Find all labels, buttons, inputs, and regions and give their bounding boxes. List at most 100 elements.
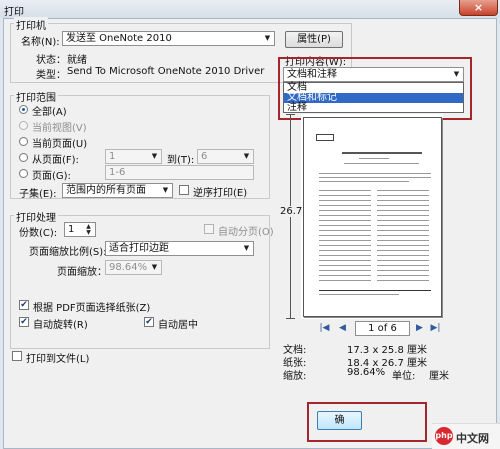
page-body-line	[377, 255, 429, 256]
page-number-input[interactable]: 1 of 6	[355, 321, 410, 336]
radio-all[interactable]	[19, 105, 28, 114]
to-page-input[interactable]: 6 ▼	[197, 149, 254, 164]
auto-rotate-checkbox[interactable]: ✔	[19, 317, 29, 327]
page-body-line	[319, 190, 371, 191]
page-body-line	[377, 235, 429, 236]
page-footnote-rule	[319, 290, 431, 291]
ruler-top-tick	[286, 114, 295, 115]
page-body-line	[377, 225, 429, 226]
page-body-line	[319, 260, 371, 261]
watermark-text: 中文网	[456, 432, 489, 445]
unit-label: 单位:	[392, 371, 416, 382]
spin-arrows-icon: ▲ ▼	[86, 223, 91, 236]
reverse-pages-checkbox[interactable]	[179, 185, 189, 195]
page-scaling-select[interactable]: 适合打印边距 ▼	[105, 241, 254, 256]
page-indicator: 1 of 6	[368, 323, 397, 334]
zoom-label: 页面缩放：	[57, 267, 107, 278]
page-abstract-line	[319, 181, 409, 182]
page-body-line	[377, 230, 429, 231]
print-to-file-checkbox[interactable]	[12, 351, 22, 361]
page-body-line	[319, 275, 371, 276]
height-label: 26.7	[280, 206, 303, 217]
page-header-box	[316, 134, 334, 141]
pages-value: 1-6	[109, 167, 126, 178]
copies-value: 1	[68, 224, 75, 235]
zoom-input[interactable]: 98.64% ▼	[105, 260, 162, 275]
page-body-line	[319, 255, 371, 256]
properties-button[interactable]: 属性(P)	[285, 31, 343, 48]
page-body-line	[377, 265, 429, 266]
last-page-button[interactable]: ▶|	[430, 322, 441, 335]
auto-rotate-label: 自动旋转(R)	[33, 320, 88, 331]
page-scaling-label: 页面缩放比例(S):	[29, 247, 107, 258]
page-body-line	[377, 280, 429, 281]
page-body-line	[377, 215, 429, 216]
auto-center-label: 自动居中	[158, 320, 198, 331]
page-title-line	[342, 152, 422, 154]
auto-center-checkbox[interactable]: ✔	[144, 317, 154, 327]
print-dialog: 打印机 名称(N): 发送至 OneNote 2010 ▼ 属性(P) 状态： …	[3, 17, 497, 449]
page-body-line	[319, 250, 371, 251]
type-label: 类型：	[36, 70, 66, 81]
title-bar: 打印 ×	[0, 0, 500, 18]
prev-page-button[interactable]: ◀	[337, 322, 348, 335]
print-range-legend: 打印范围	[14, 89, 58, 104]
pages-input[interactable]: 1-6	[105, 165, 254, 180]
printer-select-value: 发送至 OneNote 2010	[66, 33, 172, 44]
choose-paper-checkbox[interactable]: ✔	[19, 300, 29, 310]
radio-from-page[interactable]	[19, 153, 28, 162]
first-page-button[interactable]: |◀	[319, 322, 330, 335]
printer-select[interactable]: 发送至 OneNote 2010 ▼	[62, 31, 275, 46]
radio-current-page[interactable]	[19, 137, 28, 146]
page-body-line	[377, 275, 429, 276]
page-author-line	[359, 158, 389, 159]
status-value: 就绪	[67, 55, 87, 66]
subset-select[interactable]: 范围内的所有页面 ▼	[62, 183, 173, 198]
collate-label: 自动分页(O)	[218, 227, 274, 238]
php-logo-icon: php	[435, 427, 453, 445]
page-body-line	[377, 240, 429, 241]
watermark: php 中文网	[432, 423, 500, 449]
page-body-line	[319, 215, 371, 216]
from-page-value: 1	[109, 151, 116, 162]
zoom-value: 98.64%	[109, 262, 148, 273]
page-body-line	[377, 270, 429, 271]
next-page-button[interactable]: ▶	[414, 322, 425, 335]
page-body-line	[319, 265, 371, 266]
unit-value: 厘米	[429, 371, 449, 382]
scale-label: 缩放:	[283, 371, 307, 382]
radio-current-page-label: 当前页面(U)	[32, 139, 88, 150]
page-body-line	[319, 270, 371, 271]
radio-current-view-label: 当前视图(V)	[32, 123, 87, 134]
radio-pages[interactable]	[19, 169, 28, 178]
page-body-line	[319, 200, 371, 201]
page-body-line	[377, 220, 429, 221]
printer-legend: 打印机	[14, 17, 48, 32]
printer-name-label: 名称(N):	[21, 37, 60, 48]
page-scaling-value: 适合打印边距	[109, 243, 169, 254]
page-body-line	[319, 225, 371, 226]
page-body-line	[377, 210, 429, 211]
from-page-input[interactable]: 1 ▼	[105, 149, 162, 164]
to-page-label: 到(T):	[167, 155, 195, 166]
radio-all-label: 全部(A)	[32, 107, 67, 118]
type-value: Send To Microsoft OneNote 2010 Driver	[67, 66, 265, 77]
first-page-icon: |◀	[319, 323, 330, 333]
page-affiliation-line	[344, 163, 419, 164]
collate-checkbox[interactable]	[204, 224, 214, 234]
copies-label: 份数(C):	[19, 228, 58, 239]
chevron-down-icon: ▼	[151, 152, 158, 160]
last-page-icon: ▶|	[430, 323, 441, 333]
subset-label: 子集(E):	[19, 189, 57, 200]
next-page-icon: ▶	[416, 323, 423, 333]
page-body-line	[319, 280, 371, 281]
copies-stepper[interactable]: 1 ▲ ▼	[64, 222, 96, 237]
close-button[interactable]: ×	[459, 0, 498, 16]
radio-current-view[interactable]	[19, 121, 28, 130]
radio-from-page-label: 从页面(F):	[32, 155, 79, 166]
page-body-line	[319, 205, 371, 206]
chevron-down-icon: ▼	[162, 186, 169, 194]
prev-page-icon: ◀	[339, 323, 346, 333]
chevron-down-icon: ▼	[243, 152, 250, 160]
status-label: 状态：	[36, 55, 66, 66]
